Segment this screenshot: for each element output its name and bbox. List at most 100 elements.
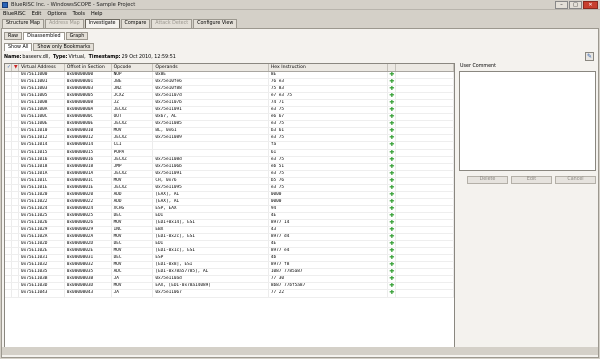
add-comment-icon[interactable]: ✚ <box>388 156 397 163</box>
menu-bluerisc[interactable]: BlueRISC <box>0 11 29 17</box>
table-row[interactable]: 0x75E1100E 0x0000000E JECXZ 0x75e11085 e3 75… <box>5 121 454 129</box>
add-comment-icon[interactable]: ✚ <box>388 114 397 121</box>
add-comment-icon[interactable]: ✚ <box>388 241 397 248</box>
add-comment-icon[interactable]: ✚ <box>388 290 397 297</box>
add-comment-icon[interactable]: ✚ <box>388 72 397 79</box>
add-comment-icon[interactable]: ✚ <box>388 191 397 198</box>
table-row[interactable]: 0x75E1101E 0x0000001E JECXZ 0x75e11095 e3 75… <box>5 184 454 192</box>
add-comment-icon[interactable]: ✚ <box>388 262 397 269</box>
add-comment-icon[interactable]: ✚ <box>388 276 397 283</box>
add-comment-icon[interactable]: ✚ <box>388 255 397 262</box>
table-row[interactable]: 0x75E11010 0x00000010 MOV BL, 0x61 b3 61 ✚ <box>5 128 454 136</box>
add-comment-icon[interactable]: ✚ <box>388 100 397 107</box>
add-comment-icon[interactable]: ✚ <box>388 184 397 191</box>
edit-comment-icon[interactable]: ✎ <box>585 52 594 61</box>
bookmark-cell[interactable] <box>5 241 12 248</box>
add-comment-icon[interactable]: ✚ <box>388 234 397 241</box>
tab-investigate[interactable]: Investigate <box>84 19 120 28</box>
table-row[interactable]: 0x75E11025 0x00000025 DEC EDI 4E ✚ <box>5 212 454 220</box>
table-row[interactable]: 0x75E11043 0x00000043 JA 0x75e11067 77 22 ✚ <box>5 290 454 298</box>
table-row[interactable]: 0x75E1102E 0x0000002E MOV [EDI-0x1c], ESI 89… <box>5 248 454 256</box>
add-comment-icon[interactable]: ✚ <box>388 135 397 142</box>
add-comment-icon[interactable]: ✚ <box>388 93 397 100</box>
bookmark-cell[interactable] <box>5 198 12 205</box>
table-row[interactable]: 0x75E11022 0x00000022 ADD [EAX], AL 0000 ✚ <box>5 198 454 206</box>
table-row[interactable]: 0x75E11035 0x00000035 ADC [EDI-0x78a57785],… <box>5 269 454 277</box>
table-row[interactable]: 0x75E11005 0x00000005 JCXZ 0x75e1107d e7 e3 … <box>5 93 454 101</box>
table-row[interactable]: 0x75E11015 0x00000015 POPA 61 ✚ <box>5 149 454 157</box>
bookmark-cell[interactable] <box>5 262 12 269</box>
add-comment-icon[interactable]: ✚ <box>388 198 397 205</box>
bookmark-cell[interactable] <box>5 163 12 170</box>
tab-disassembled[interactable]: Disassembled <box>23 32 65 40</box>
add-comment-icon[interactable]: ✚ <box>388 128 397 135</box>
minimize-button[interactable]: – <box>555 0 568 9</box>
bookmark-cell[interactable] <box>5 283 12 290</box>
add-comment-icon[interactable]: ✚ <box>388 107 397 114</box>
bookmark-cell[interactable] <box>5 149 12 156</box>
bookmark-cell[interactable] <box>5 177 12 184</box>
add-comment-icon[interactable]: ✚ <box>388 212 397 219</box>
header-hex-instruction[interactable]: Hex Instruction <box>269 64 389 71</box>
bookmark-cell[interactable] <box>5 156 12 163</box>
header-virtual-address[interactable]: Virtual Address <box>19 64 65 71</box>
table-row[interactable]: 0x75E11024 0x00000024 XCHG ESP, EAX 94 ✚ <box>5 205 454 213</box>
add-comment-icon[interactable]: ✚ <box>388 248 397 255</box>
bookmark-cell[interactable] <box>5 184 12 191</box>
header-offset[interactable]: Offset in Section <box>65 64 112 71</box>
bookmark-cell[interactable] <box>5 107 12 114</box>
add-comment-icon[interactable]: ✚ <box>388 227 397 234</box>
table-row[interactable]: 0x75E11026 0x00000026 MOV [EDI+0x14], ESI 89… <box>5 219 454 228</box>
bookmark-cell[interactable] <box>5 290 12 297</box>
add-comment-icon[interactable]: ✚ <box>388 79 397 86</box>
tab-raw[interactable]: Raw <box>4 32 23 40</box>
cancel-button[interactable]: Cancel <box>555 176 596 184</box>
add-comment-icon[interactable]: ✚ <box>388 170 397 177</box>
table-row[interactable]: 0x75E1102D 0x0000002D DEC EDI 4E ✚ <box>5 241 454 249</box>
table-row[interactable]: 0x75E1100A 0x0000000A JECXZ 0x75e11091 e3 75… <box>5 107 454 115</box>
bookmark-cell[interactable] <box>5 135 12 142</box>
table-row[interactable]: 0x75E11001 0x00000001 JBE 0x75e10fe6 76 e3 ✚ <box>5 79 454 87</box>
table-row[interactable]: 0x75E11016 0x00000016 JECXZ 0x75e1108d e3 75… <box>5 156 454 164</box>
bookmark-cell[interactable] <box>5 93 12 100</box>
bookmark-cell[interactable] <box>5 86 12 93</box>
header-comment-add[interactable] <box>388 64 397 71</box>
table-row[interactable]: 0x75E11020 0x00000020 ADD [EAX], AL 0000 ✚ <box>5 191 454 199</box>
tab-graph[interactable]: Graph <box>65 32 89 40</box>
add-comment-icon[interactable]: ✚ <box>388 86 397 93</box>
add-comment-icon[interactable]: ✚ <box>388 163 397 170</box>
table-row[interactable]: 0x75E1103D 0x0000003D MOV EAX, [EDI-0x78a14… <box>5 283 454 291</box>
bookmark-cell[interactable] <box>5 191 12 198</box>
add-comment-icon[interactable]: ✚ <box>388 205 397 212</box>
table-row[interactable]: 0x75E11014 0x00000014 CLI fa ✚ <box>5 142 454 150</box>
table-row[interactable]: 0x75E1101C 0x0000001C MOV CH, 0x76 b5 76 ✚ <box>5 177 454 185</box>
table-row[interactable]: 0x75E11032 0x00000032 MOV [EDI-0x8], ESI 897… <box>5 262 454 270</box>
bookmark-cell[interactable] <box>5 219 12 227</box>
bookmark-cell[interactable] <box>5 72 12 79</box>
table-row[interactable]: 0x75E1103B 0x0000003B JA 0x75e110ad 77 30 ✚ <box>5 276 454 284</box>
bookmark-cell[interactable] <box>5 227 12 234</box>
close-button[interactable]: ✕ <box>583 0 598 9</box>
maximize-button[interactable]: □ <box>569 0 582 9</box>
table-row[interactable]: 0x75E1101A 0x0000001A JECXZ 0x75e11091 e3 75… <box>5 170 454 178</box>
bookmark-cell[interactable] <box>5 212 12 219</box>
edit-button[interactable]: Edit <box>511 176 552 184</box>
bookmark-cell[interactable] <box>5 255 12 262</box>
menu-help[interactable]: Help <box>88 11 105 17</box>
tab-configure-view[interactable]: Configure View <box>193 19 238 28</box>
bookmark-cell[interactable] <box>5 128 12 135</box>
add-comment-icon[interactable]: ✚ <box>388 269 397 276</box>
tab-show-all[interactable]: Show All <box>4 43 33 51</box>
bookmark-cell[interactable] <box>5 100 12 107</box>
add-comment-icon[interactable]: ✚ <box>388 149 397 156</box>
bookmark-cell[interactable] <box>5 170 12 177</box>
tab-show-bookmarks[interactable]: Show only Bookmarks <box>33 43 95 51</box>
add-comment-icon[interactable]: ✚ <box>388 121 397 128</box>
add-comment-icon[interactable]: ✚ <box>388 219 397 227</box>
user-comment-textarea[interactable] <box>459 71 596 171</box>
bookmark-cell[interactable] <box>5 79 12 86</box>
header-opcode[interactable]: Opcode <box>112 64 154 71</box>
table-row[interactable]: 0x75E11000 0x00000000 NOP 0x8E 8E ✚ <box>5 72 454 80</box>
bookmark-cell[interactable] <box>5 205 12 212</box>
table-row[interactable]: 0x75E11031 0x00000031 DEC ESP 4b ✚ <box>5 255 454 263</box>
